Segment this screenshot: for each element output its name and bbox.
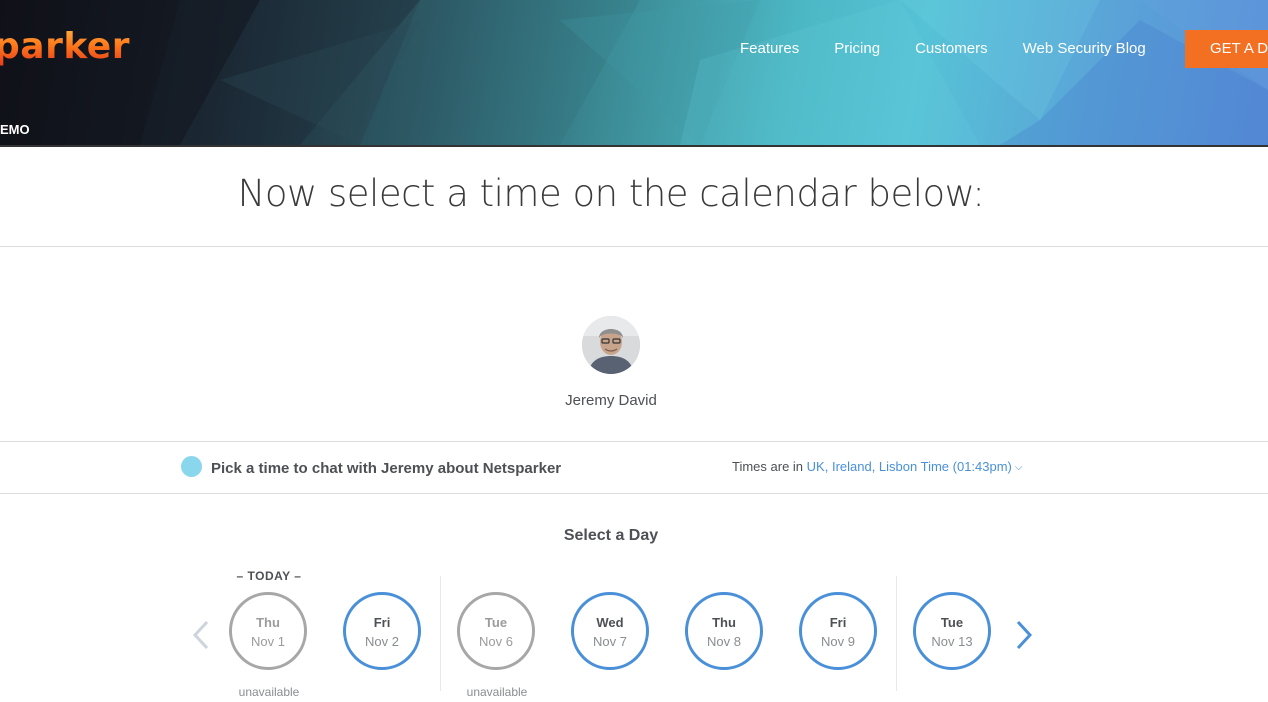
main-nav: Features Pricing Customers Web Security …: [740, 40, 1181, 57]
day-tue-nov-6: Tue Nov 6: [457, 592, 535, 670]
day-wed-nov-7[interactable]: Wed Nov 7: [571, 592, 649, 670]
person-avatar-icon: [582, 316, 640, 374]
event-color-dot: [181, 456, 202, 477]
avatar: [582, 316, 640, 374]
day-date: Nov 1: [251, 634, 285, 649]
week-separator: [440, 576, 441, 691]
header-background: [0, 0, 1268, 145]
day-date: Nov 2: [365, 634, 399, 649]
day-fri-nov-2[interactable]: Fri Nov 2: [343, 592, 421, 670]
nav-customers[interactable]: Customers: [915, 40, 988, 57]
day-date: Nov 9: [821, 634, 855, 649]
get-a-demo-button[interactable]: GET A DEMO: [1185, 30, 1268, 68]
divider: [0, 246, 1268, 247]
demo-tag[interactable]: EMO: [0, 122, 30, 137]
day-fri-nov-9[interactable]: Fri Nov 9: [799, 592, 877, 670]
timezone-selector[interactable]: Times are in UK, Ireland, Lisbon Time (0…: [732, 459, 1022, 474]
timezone-prefix: Times are in: [732, 459, 804, 474]
day-of-week: Thu: [712, 615, 736, 630]
day-of-week: Thu: [256, 615, 280, 630]
today-label: – TODAY –: [236, 569, 302, 583]
chevron-right-icon[interactable]: [1014, 618, 1034, 658]
nav-web-security-blog[interactable]: Web Security Blog: [1023, 40, 1146, 57]
divider: [0, 493, 1268, 494]
day-date: Nov 6: [479, 634, 513, 649]
timezone-value[interactable]: UK, Ireland, Lisbon Time (01:43pm): [807, 459, 1012, 474]
day-date: Nov 8: [707, 634, 741, 649]
chevron-left-icon[interactable]: [191, 618, 211, 658]
day-thu-nov-8[interactable]: Thu Nov 8: [685, 592, 763, 670]
day-thu-nov-1: Thu Nov 1: [229, 592, 307, 670]
unavailable-label: unavailable: [238, 685, 300, 699]
day-of-week: Fri: [829, 615, 847, 630]
day-of-week: Fri: [373, 615, 391, 630]
day-of-week: Tue: [940, 615, 964, 630]
page-title: Now select a time on the calendar below:: [237, 172, 985, 215]
day-of-week: Wed: [596, 615, 624, 630]
unavailable-label: unavailable: [466, 685, 528, 699]
netsparker-logo[interactable]: parker: [0, 26, 130, 67]
site-header: parker EMO Features Pricing Customers We…: [0, 0, 1268, 147]
divider: [0, 441, 1268, 442]
day-of-week: Tue: [484, 615, 508, 630]
day-date: Nov 7: [593, 634, 627, 649]
chevron-down-icon[interactable]: ⌵: [1015, 462, 1023, 473]
nav-features[interactable]: Features: [740, 40, 799, 57]
nav-pricing[interactable]: Pricing: [834, 40, 880, 57]
day-tue-nov-13[interactable]: Tue Nov 13: [913, 592, 991, 670]
host-name: Jeremy David: [565, 392, 657, 409]
calendar-heading: Select a Day: [563, 527, 659, 544]
day-date: Nov 13: [931, 634, 973, 649]
week-separator: [896, 576, 897, 691]
event-title: Pick a time to chat with Jeremy about Ne…: [211, 460, 562, 477]
